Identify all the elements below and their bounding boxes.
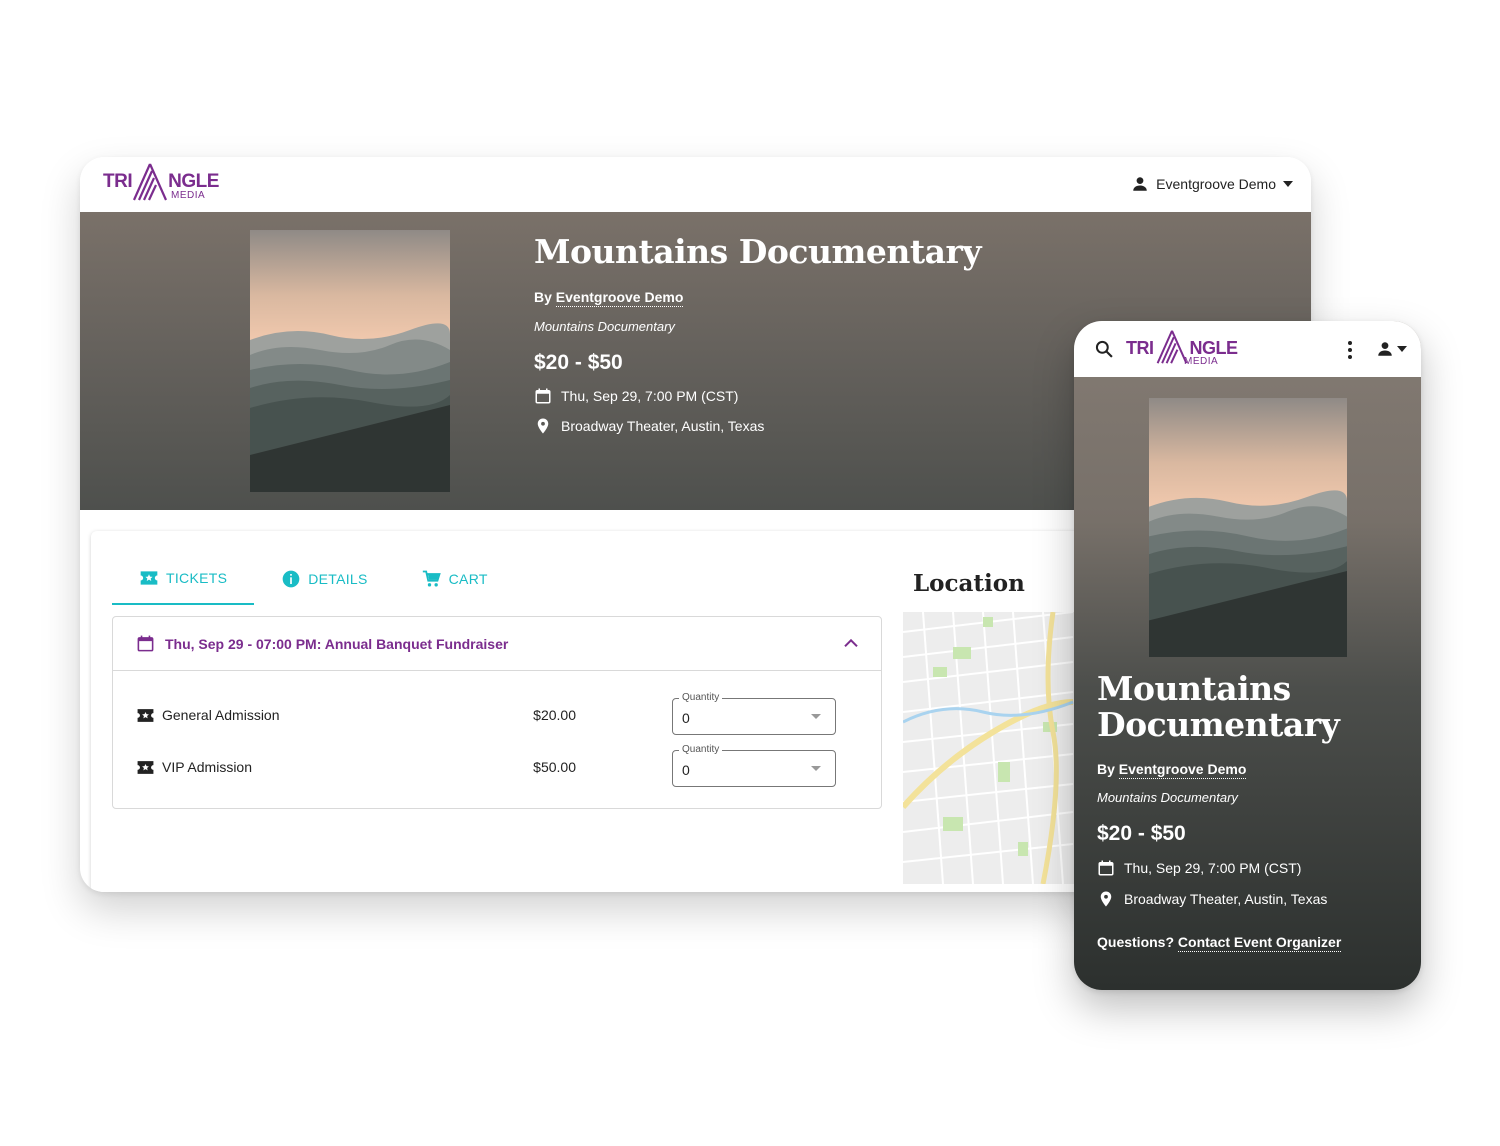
price-range: $20 - $50 (1097, 822, 1186, 845)
ticket-star-icon (137, 760, 154, 774)
mountain-image-icon (250, 230, 450, 492)
search-icon[interactable] (1094, 339, 1114, 359)
ticket-price: $50.00 (533, 759, 576, 775)
event-subtitle: Mountains Documentary (1097, 790, 1238, 805)
logo-word-right: NGLE (1189, 338, 1239, 358)
caret-down-icon (1283, 181, 1293, 187)
ticket-price: $20.00 (533, 707, 576, 723)
mobile-account-menu[interactable] (1376, 340, 1407, 358)
calendar-icon (137, 635, 154, 652)
dropdown-arrow-icon (811, 766, 821, 771)
brand-logo[interactable]: TRI NGLE MEDIA (1126, 329, 1238, 369)
quantity-label: Quantity (679, 744, 723, 755)
event-datetime: Thu, Sep 29, 7:00 PM (CST) (1124, 860, 1302, 876)
tab-cart-label: CART (448, 571, 488, 587)
user-icon (1378, 342, 1392, 356)
event-venue: Broadway Theater, Austin, Texas (1124, 891, 1328, 907)
location-pin-icon (537, 418, 549, 434)
organizer-link[interactable]: Eventgroove Demo (1118, 761, 1247, 779)
event-venue-row: Broadway Theater, Austin, Texas (1097, 890, 1407, 908)
tab-tickets[interactable]: TICKETS (112, 553, 255, 605)
ticket-name-label: VIP Admission (162, 759, 253, 775)
tab-tickets-label: TICKETS (166, 570, 228, 586)
ticket-name: VIP Admission (136, 759, 476, 775)
tab-cart[interactable]: CART (395, 553, 515, 605)
dropdown-arrow-icon (811, 714, 821, 719)
quantity-select[interactable]: Quantity 0 (672, 692, 836, 735)
ticket-star-icon (137, 708, 154, 722)
event-title: Mountains Documentary (1097, 669, 1340, 744)
user-name: Eventgroove Demo (1156, 176, 1276, 192)
ticket-name: General Admission (136, 707, 476, 723)
mobile-event-info: Mountains Documentary By Eventgroove Dem… (1097, 669, 1407, 952)
logo-word-right: NGLE (168, 171, 219, 192)
calendar-icon (535, 388, 551, 404)
logo-subword: MEDIA (1184, 356, 1219, 367)
event-date-row: Thu, Sep 29, 7:00 PM (CST) (534, 387, 981, 405)
event-date-row: Thu, Sep 29, 7:00 PM (CST) (1097, 859, 1407, 877)
event-datetime: Thu, Sep 29, 7:00 PM (CST) (561, 388, 739, 404)
price-range: $20 - $50 (534, 351, 623, 374)
organizer-line: By Eventgroove Demo (534, 289, 981, 307)
location-title: Location (913, 570, 1025, 597)
quantity-label: Quantity (679, 692, 723, 703)
event-info: Mountains Documentary By Eventgroove Dem… (534, 232, 982, 435)
logo-word-left: TRI (1126, 338, 1154, 358)
event-poster (250, 230, 450, 492)
event-venue: Broadway Theater, Austin, Texas (561, 418, 765, 434)
cart-icon (422, 570, 441, 587)
brand-logo[interactable]: TRI NGLE MEDIA (103, 162, 219, 204)
by-prefix: By (534, 289, 556, 305)
quantity-value: 0 (682, 710, 690, 726)
site-header: TRI NGLE MEDIA Eventgroove Demo (80, 157, 1311, 212)
tab-details-label: DETAILS (308, 571, 368, 587)
tab-bar: TICKETS DETAILS CART (112, 553, 515, 605)
tab-details[interactable]: DETAILS (254, 553, 394, 605)
more-options-icon[interactable] (1345, 340, 1355, 360)
session-title: Thu, Sep 29 - 07:00 PM: Annual Banquet F… (165, 635, 509, 652)
event-poster (1149, 398, 1347, 657)
logo-word-left: TRI (103, 171, 133, 192)
info-icon (282, 570, 300, 588)
logo-triangle-icon (133, 163, 168, 201)
by-prefix: By (1097, 761, 1119, 777)
session-panel: Thu, Sep 29 - 07:00 PM: Annual Banquet F… (112, 616, 882, 809)
mountain-image-icon (1149, 398, 1347, 657)
event-venue-row: Broadway Theater, Austin, Texas (534, 417, 981, 435)
session-header[interactable]: Thu, Sep 29 - 07:00 PM: Annual Banquet F… (113, 617, 881, 671)
location-pin-icon (1100, 891, 1112, 907)
questions-line: Questions? Contact Event Organizer (1097, 934, 1407, 952)
organizer-line: By Eventgroove Demo (1097, 761, 1407, 779)
mobile-header: TRI NGLE MEDIA (1074, 321, 1421, 377)
user-menu[interactable]: Eventgroove Demo (1131, 175, 1293, 193)
event-title: Mountains Documentary (534, 232, 982, 271)
logo-subword: MEDIA (171, 190, 206, 201)
ticket-star-icon (140, 571, 158, 585)
quantity-select[interactable]: Quantity 0 (672, 744, 836, 787)
questions-label: Questions? (1097, 934, 1178, 950)
calendar-icon (1098, 860, 1114, 876)
quantity-value: 0 (682, 762, 690, 778)
organizer-link[interactable]: Eventgroove Demo (555, 289, 684, 307)
chevron-up-icon[interactable] (843, 635, 859, 651)
event-subtitle: Mountains Documentary (534, 319, 675, 334)
ticket-name-label: General Admission (162, 707, 280, 723)
mobile-window: TRI NGLE MEDIA Mountains Documentary By … (1074, 321, 1421, 990)
caret-down-icon (1397, 346, 1407, 352)
contact-organizer-link[interactable]: Contact Event Organizer (1177, 934, 1342, 952)
user-icon (1133, 177, 1147, 191)
